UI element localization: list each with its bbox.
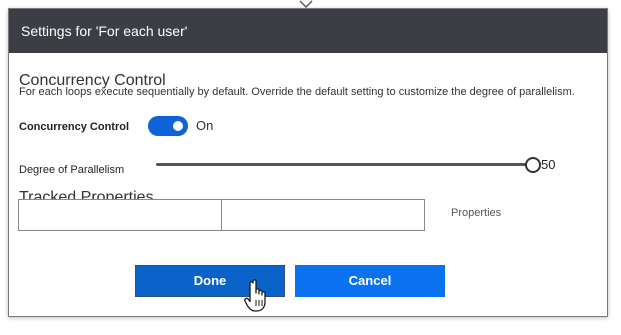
concurrency-toggle[interactable] xyxy=(148,116,188,136)
dialog-title: Settings for 'For each user' xyxy=(21,23,188,39)
parallelism-slider-thumb[interactable] xyxy=(525,157,541,173)
parallelism-value: 50 xyxy=(541,157,556,172)
parallelism-slider-track[interactable] xyxy=(156,163,534,166)
dialog-header: Settings for 'For each user' xyxy=(9,9,607,53)
property-key-input[interactable] xyxy=(18,199,222,231)
properties-label: Properties xyxy=(451,207,502,219)
toggle-state-text: On xyxy=(196,118,214,133)
property-value-input[interactable] xyxy=(221,199,425,231)
parallelism-label: Degree of Parallelism xyxy=(19,164,125,176)
concurrency-toggle-label: Concurrency Control xyxy=(19,121,130,133)
hand-pointer-cursor-icon xyxy=(244,279,266,312)
toggle-knob xyxy=(173,121,183,131)
cancel-button[interactable]: Cancel xyxy=(295,265,445,297)
concurrency-description: For each loops execute sequentially by d… xyxy=(19,86,575,98)
